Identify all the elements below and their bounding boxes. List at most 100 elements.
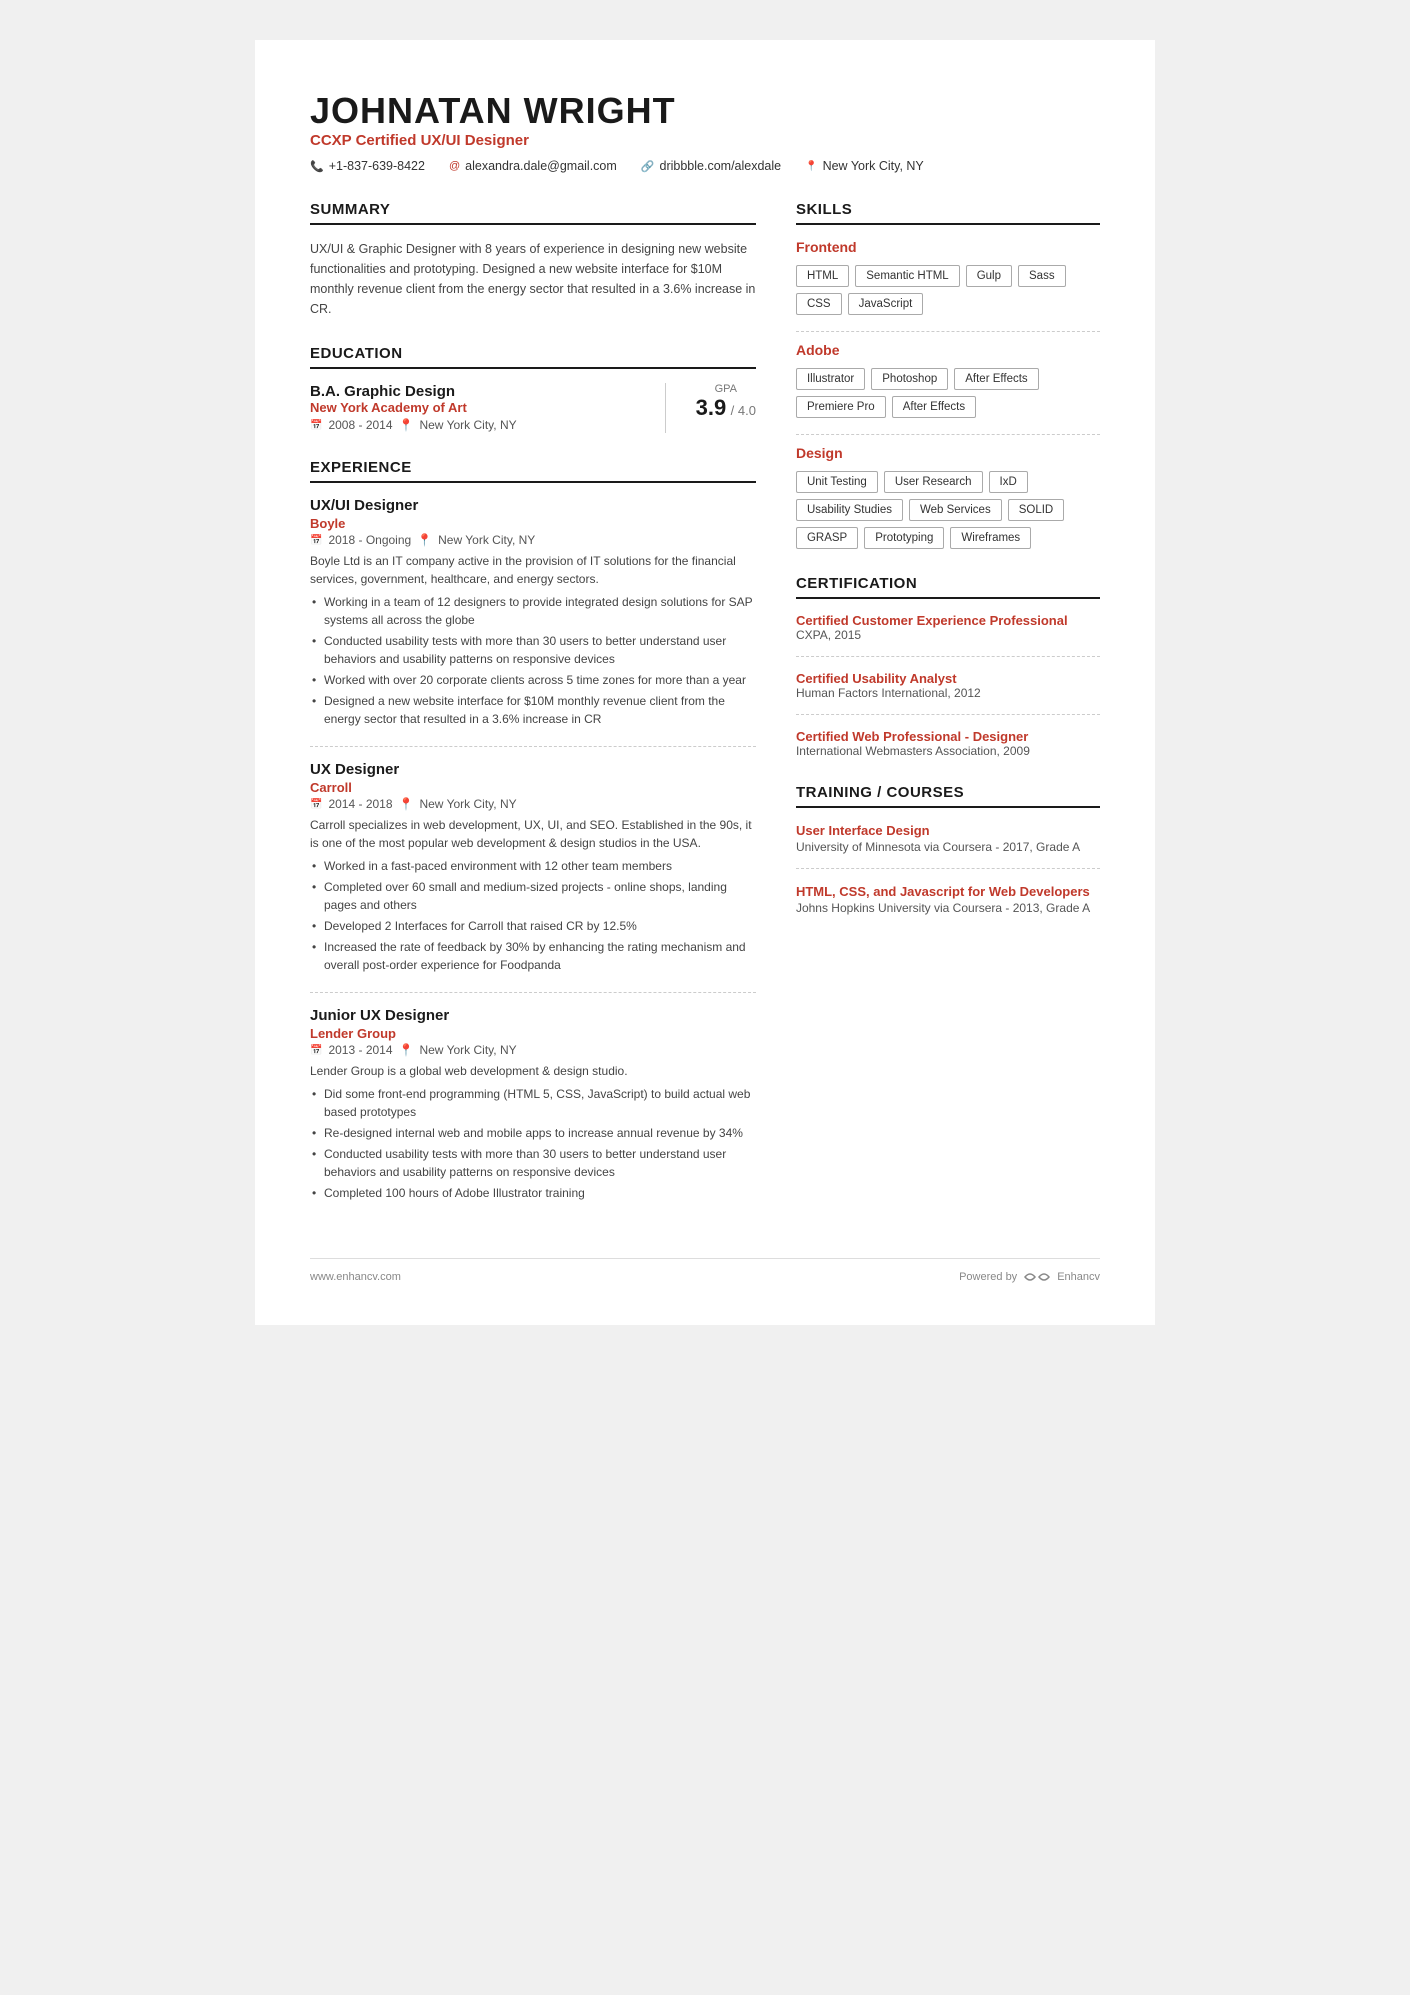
header-section: JOHNATAN WRIGHT CCXP Certified UX/UI Des… <box>310 90 1100 173</box>
job-company-2: Carroll <box>310 780 756 795</box>
design-tags: Unit Testing User Research IxD Usability… <box>796 471 1100 549</box>
job-title-2: UX Designer <box>310 761 756 778</box>
gpa-max: / 4.0 <box>731 403 756 418</box>
job-location-2: New York City, NY <box>419 797 516 811</box>
design-title: Design <box>796 445 1100 461</box>
bullet-2-3: Developed 2 Interfaces for Carroll that … <box>310 917 756 935</box>
bullet-3-1: Did some front-end programming (HTML 5, … <box>310 1085 756 1121</box>
job-meta-2: 📅 2014 - 2018 📍 New York City, NY <box>310 797 756 811</box>
bullet-3-4: Completed 100 hours of Adobe Illustrator… <box>310 1184 756 1202</box>
gpa-values: 3.9 / 4.0 <box>696 395 756 421</box>
bullet-2-2: Completed over 60 small and medium-sized… <box>310 878 756 914</box>
cert-detail-1: CXPA, 2015 <box>796 628 1100 642</box>
skill-wireframes: Wireframes <box>950 527 1031 549</box>
bullet-3-3: Conducted usability tests with more than… <box>310 1145 756 1181</box>
bullet-2-4: Increased the rate of feedback by 30% by… <box>310 938 756 974</box>
training-1: User Interface Design University of Minn… <box>796 822 1100 854</box>
cert-detail-2: Human Factors International, 2012 <box>796 686 1100 700</box>
gpa-label: GPA <box>696 383 756 395</box>
education-heading: EDUCATION <box>310 345 756 369</box>
phone-value: +1-837-639-8422 <box>329 159 425 173</box>
skills-sep-1 <box>796 331 1100 332</box>
edu-years: 2008 - 2014 <box>328 418 392 432</box>
skill-web-services: Web Services <box>909 499 1002 521</box>
link-icon: 🔗 <box>641 160 655 173</box>
bullet-1-2: Conducted usability tests with more than… <box>310 632 756 668</box>
training-heading: TRAINING / COURSES <box>796 784 1100 808</box>
job-desc-3: Lender Group is a global web development… <box>310 1062 756 1080</box>
summary-text: UX/UI & Graphic Designer with 8 years of… <box>310 239 756 319</box>
right-column: SKILLS Frontend HTML Semantic HTML Gulp … <box>796 201 1100 1228</box>
education-section: EDUCATION B.A. Graphic Design New York A… <box>310 345 756 433</box>
education-gpa: GPA 3.9 / 4.0 <box>676 383 756 421</box>
training-title-2: HTML, CSS, and Javascript for Web Develo… <box>796 883 1100 901</box>
job-years-1: 2018 - Ongoing <box>328 533 411 547</box>
cal-icon-2: 📅 <box>310 799 322 810</box>
skill-js: JavaScript <box>848 293 924 315</box>
cert-title-2: Certified Usability Analyst <box>796 671 1100 686</box>
training-2: HTML, CSS, and Javascript for Web Develo… <box>796 883 1100 915</box>
skills-section: SKILLS Frontend HTML Semantic HTML Gulp … <box>796 201 1100 549</box>
skill-prototyping: Prototyping <box>864 527 944 549</box>
job-loc-icon-3: 📍 <box>399 1043 414 1057</box>
edu-school: New York Academy of Art <box>310 400 655 415</box>
training-section: TRAINING / COURSES User Interface Design… <box>796 784 1100 915</box>
cert-1: Certified Customer Experience Profession… <box>796 613 1100 642</box>
job-title-3: Junior UX Designer <box>310 1007 756 1024</box>
exp-separator-1 <box>310 746 756 747</box>
skill-ixd: IxD <box>989 471 1028 493</box>
bullet-1-3: Worked with over 20 corporate clients ac… <box>310 671 756 689</box>
education-left: B.A. Graphic Design New York Academy of … <box>310 383 655 432</box>
enhancv-logo-icon <box>1023 1269 1051 1285</box>
location-contact: 📍 New York City, NY <box>805 159 924 173</box>
edu-divider <box>665 383 666 433</box>
summary-section: SUMMARY UX/UI & Graphic Designer with 8 … <box>310 201 756 319</box>
left-column: SUMMARY UX/UI & Graphic Designer with 8 … <box>310 201 756 1228</box>
candidate-title: CCXP Certified UX/UI Designer <box>310 132 1100 149</box>
job-location-1: New York City, NY <box>438 533 535 547</box>
email-value: alexandra.dale@gmail.com <box>465 159 617 173</box>
cert-detail-3: International Webmasters Association, 20… <box>796 744 1100 758</box>
training-detail-1: University of Minnesota via Coursera - 2… <box>796 840 1100 854</box>
exp-separator-2 <box>310 992 756 993</box>
email-icon: @ <box>449 160 460 172</box>
contact-info: 📞 +1-837-639-8422 @ alexandra.dale@gmail… <box>310 159 1100 173</box>
edu-location: New York City, NY <box>419 418 516 432</box>
resume-page: JOHNATAN WRIGHT CCXP Certified UX/UI Des… <box>255 40 1155 1325</box>
experience-section: EXPERIENCE UX/UI Designer Boyle 📅 2018 -… <box>310 459 756 1202</box>
skill-user-research: User Research <box>884 471 983 493</box>
job-desc-1: Boyle Ltd is an IT company active in the… <box>310 552 756 588</box>
edu-location-icon: 📍 <box>399 418 414 432</box>
adobe-title: Adobe <box>796 342 1100 358</box>
skill-html: HTML <box>796 265 849 287</box>
bullet-2-1: Worked in a fast-paced environment with … <box>310 857 756 875</box>
bullet-1-1: Working in a team of 12 designers to pro… <box>310 593 756 629</box>
job-bullets-3: Did some front-end programming (HTML 5, … <box>310 1085 756 1202</box>
cert-title-3: Certified Web Professional - Designer <box>796 729 1100 744</box>
main-layout: SUMMARY UX/UI & Graphic Designer with 8 … <box>310 201 1100 1228</box>
skill-unit-testing: Unit Testing <box>796 471 878 493</box>
skill-premiere-pro: Premiere Pro <box>796 396 886 418</box>
job-desc-2: Carroll specializes in web development, … <box>310 816 756 852</box>
gpa-value: 3.9 <box>696 395 727 420</box>
frontend-title: Frontend <box>796 239 1100 255</box>
bullet-3-2: Re-designed internal web and mobile apps… <box>310 1124 756 1142</box>
skills-frontend: Frontend HTML Semantic HTML Gulp Sass CS… <box>796 239 1100 315</box>
skill-illustrator: Illustrator <box>796 368 865 390</box>
skill-usability-studies: Usability Studies <box>796 499 903 521</box>
job-boyle: UX/UI Designer Boyle 📅 2018 - Ongoing 📍 … <box>310 497 756 728</box>
training-sep-1 <box>796 868 1100 869</box>
skill-after-effects-2: After Effects <box>892 396 976 418</box>
skills-sep-2 <box>796 434 1100 435</box>
location-icon: 📍 <box>805 161 817 172</box>
job-years-2: 2014 - 2018 <box>328 797 392 811</box>
cert-title-1: Certified Customer Experience Profession… <box>796 613 1100 628</box>
phone-icon: 📞 <box>310 160 324 173</box>
skill-sass: Sass <box>1018 265 1066 287</box>
footer-website: www.enhancv.com <box>310 1271 401 1283</box>
experience-heading: EXPERIENCE <box>310 459 756 483</box>
certification-heading: CERTIFICATION <box>796 575 1100 599</box>
education-block: B.A. Graphic Design New York Academy of … <box>310 383 756 433</box>
frontend-tags: HTML Semantic HTML Gulp Sass CSS JavaScr… <box>796 265 1100 315</box>
skill-gulp: Gulp <box>966 265 1012 287</box>
